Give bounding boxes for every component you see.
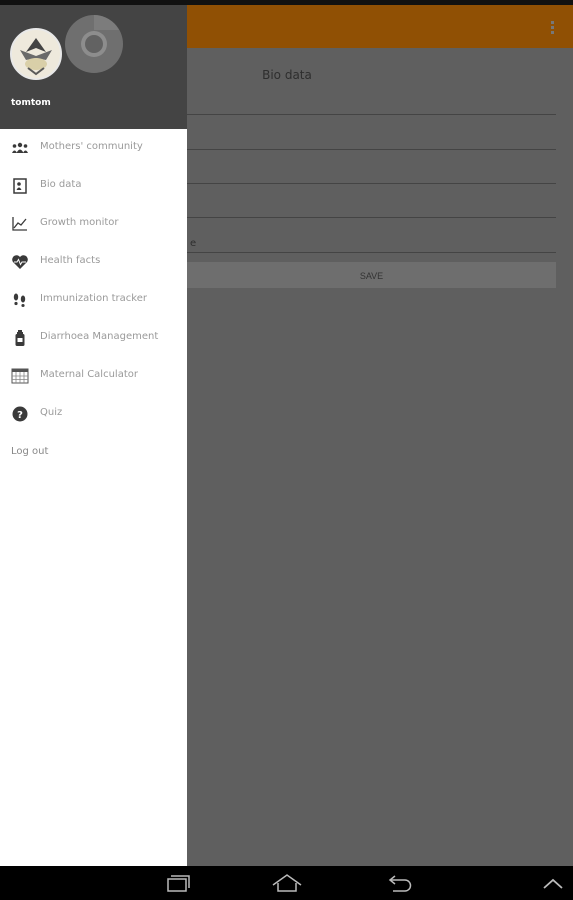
save-button[interactable]: SAVE (187, 262, 556, 288)
home-icon[interactable] (270, 872, 304, 894)
menu-item-label: Bio data (40, 179, 82, 190)
back-icon[interactable] (383, 872, 417, 894)
community-icon (12, 142, 28, 153)
form-field-2[interactable] (187, 149, 556, 150)
chevron-up-icon[interactable] (536, 872, 570, 894)
form-field-3[interactable] (187, 183, 556, 184)
help-icon: ? (12, 406, 28, 422)
user-name: tomtom (11, 98, 51, 108)
navigation-drawer: tomtom Mothers' community Bio data Growt… (0, 5, 187, 866)
form-field-text: e (190, 238, 197, 249)
page-title: Bio data (262, 68, 312, 82)
menu-item-immunization-tracker[interactable]: Immunization tracker (0, 281, 187, 319)
avatar[interactable] (10, 28, 62, 80)
menu-item-quiz[interactable]: ? Quiz (0, 395, 187, 433)
form-field-1[interactable] (187, 114, 556, 115)
menu-item-label: Immunization tracker (40, 293, 147, 304)
menu-item-mothers-community[interactable]: Mothers' community (0, 129, 187, 167)
growth-chart-icon (12, 217, 27, 231)
user-avatar-image (12, 30, 60, 78)
drawer-menu: Mothers' community Bio data Growth monit… (0, 129, 187, 433)
navigation-bar (0, 866, 573, 900)
chrome-logo-icon (65, 15, 123, 73)
form-field-4[interactable] (187, 217, 556, 218)
menu-item-label: Health facts (40, 255, 101, 266)
menu-item-maternal-calculator[interactable]: Maternal Calculator (0, 357, 187, 395)
menu-item-bio-data[interactable]: Bio data (0, 167, 187, 205)
menu-item-health-facts[interactable]: Health facts (0, 243, 187, 281)
screen: Bio data e SAVE tomtom Mothers' communit… (0, 0, 573, 900)
menu-item-diarrhoea-management[interactable]: Diarrhoea Management (0, 319, 187, 357)
svg-text:?: ? (17, 410, 23, 421)
footprints-icon (13, 293, 26, 307)
logout-link[interactable]: Log out (11, 446, 48, 457)
menu-item-label: Maternal Calculator (40, 369, 138, 380)
heart-icon (12, 255, 28, 269)
menu-item-label: Growth monitor (40, 217, 119, 228)
recent-apps-icon[interactable] (160, 872, 194, 894)
overflow-menu-icon[interactable] (551, 21, 554, 35)
calendar-icon (11, 368, 29, 384)
menu-item-label: Mothers' community (40, 141, 143, 152)
bottle-icon (15, 330, 25, 346)
menu-item-label: Quiz (40, 407, 63, 418)
form-field-5[interactable] (187, 252, 556, 253)
menu-item-growth-monitor[interactable]: Growth monitor (0, 205, 187, 243)
menu-item-label: Diarrhoea Management (40, 331, 159, 342)
drawer-header: tomtom (0, 5, 187, 129)
bio-data-icon (13, 178, 27, 194)
